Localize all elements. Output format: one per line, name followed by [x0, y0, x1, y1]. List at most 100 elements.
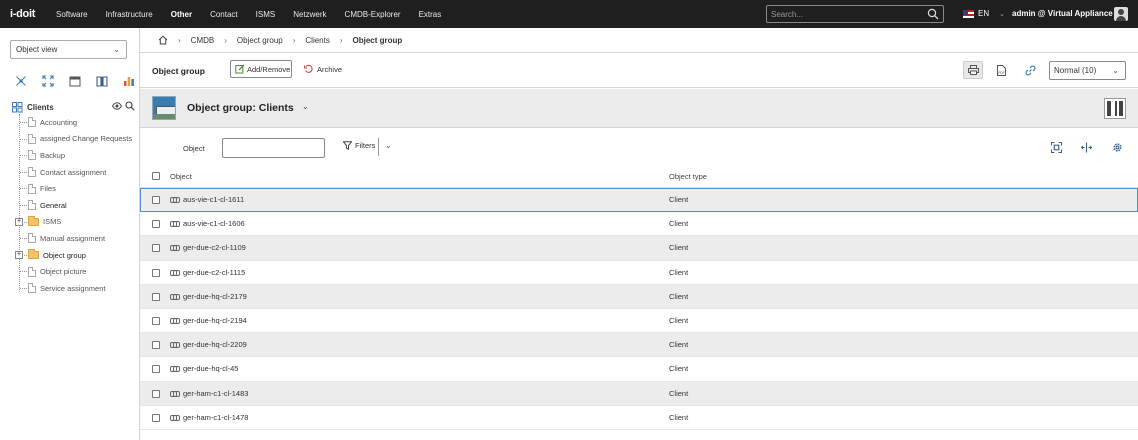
object-cell[interactable]: ger-due-hq-cl-45 [170, 364, 238, 373]
nav-other[interactable]: Other [171, 10, 192, 19]
table-row[interactable]: ger-due-hq-cl-45 Client [140, 357, 1138, 382]
tree-item-service-assignment[interactable]: Service assignment [12, 280, 140, 297]
nav-extras[interactable]: Extras [419, 10, 442, 19]
home-icon[interactable] [158, 35, 168, 45]
tree-item-files[interactable]: Files [12, 180, 140, 197]
calendar-icon[interactable] [68, 74, 82, 88]
nav-software[interactable]: Software [56, 10, 88, 19]
app-logo[interactable]: i-doit [10, 8, 50, 20]
table-row[interactable]: ger-ham-c1-cl-1478 Client [140, 406, 1138, 430]
object-name[interactable]: ger-due-c2-cl-1115 [183, 268, 245, 277]
tree-item-manual-assignment[interactable]: Manual assignment [12, 230, 140, 247]
nav-infrastructure[interactable]: Infrastructure [106, 10, 153, 19]
object-name[interactable]: ger-due-hq-cl-45 [183, 364, 238, 373]
language-label: EN [978, 9, 990, 18]
select-all-checkbox[interactable] [152, 172, 160, 180]
object-cell[interactable]: ger-due-hq-cl-2179 [170, 292, 247, 301]
language-selector[interactable]: EN ⌄ [963, 9, 1005, 18]
table-row[interactable]: ger-ham-c1-cl-1483 Client [140, 381, 1138, 406]
page-size-select[interactable]: Normal (10) ⌄ [1049, 61, 1126, 80]
table-row[interactable]: ger-due-hq-cl-2209 Client [140, 333, 1138, 358]
tree-item-assigned-change-requests[interactable]: assigned Change Requests [12, 131, 140, 148]
tree-item-accounting[interactable]: Accounting [12, 114, 140, 131]
row-checkbox[interactable] [152, 220, 160, 229]
chart-icon[interactable] [122, 74, 136, 88]
object-name[interactable]: ger-ham-c1-cl-1483 [183, 389, 248, 398]
object-cell[interactable]: ger-due-hq-cl-2209 [170, 340, 247, 349]
table-row[interactable]: ger-due-c2-cl-1109 Client [140, 236, 1138, 261]
chevron-down-icon[interactable]: ⌄ [302, 102, 309, 111]
object-name[interactable]: ger-due-hq-cl-2194 [183, 316, 247, 325]
object-name[interactable]: ger-due-hq-cl-2209 [183, 340, 247, 349]
nav-cmdb-explorer[interactable]: CMDB-Explorer [345, 10, 401, 19]
eye-icon[interactable] [112, 102, 122, 110]
tree-item-backup[interactable]: Backup [12, 147, 140, 164]
gear-icon[interactable] [1110, 140, 1124, 154]
row-checkbox[interactable] [152, 316, 160, 325]
breadcrumb-clients[interactable]: Clients [305, 36, 329, 45]
object-filter-input[interactable] [222, 138, 325, 158]
row-checkbox[interactable] [152, 244, 160, 253]
object-cell[interactable]: ger-due-c2-cl-1109 [170, 243, 246, 252]
filters-button[interactable]: Filters [343, 141, 375, 150]
object-name[interactable]: aus-vie-c1-cl-1611 [183, 195, 244, 204]
search-input[interactable] [771, 9, 921, 19]
table-row[interactable]: ger-due-hq-cl-2194 Client [140, 309, 1138, 334]
expand-toggle-icon[interactable]: + [15, 250, 23, 259]
object-cell[interactable]: ger-ham-c1-cl-1478 [170, 413, 248, 422]
print-button[interactable] [963, 61, 983, 79]
view-select[interactable]: Object view ⌄ [10, 40, 127, 59]
tree-item-general[interactable]: General [12, 197, 140, 214]
tree-item-contact-assignment[interactable]: Contact assignment [12, 164, 140, 181]
table-row[interactable]: ger-due-c2-cl-1115 Client [140, 261, 1138, 285]
pdf-export-button[interactable]: PDF [991, 61, 1011, 79]
qr-code[interactable] [1104, 98, 1126, 119]
tree-item-object-picture[interactable]: Object picture [12, 263, 140, 280]
tree-root-clients[interactable]: Clients [12, 100, 140, 114]
object-cell[interactable]: aus-vie-c1-cl-1606 [170, 219, 245, 228]
search-icon[interactable] [125, 101, 135, 111]
table-row[interactable]: aus-vie-c1-cl-1611 Client [140, 188, 1138, 213]
expand-toggle-icon[interactable]: + [15, 217, 23, 226]
chevron-down-icon[interactable]: ⌄ [385, 141, 392, 150]
book-icon[interactable] [95, 74, 109, 88]
expand-icon[interactable] [41, 74, 55, 88]
row-checkbox[interactable] [152, 365, 160, 374]
table-row[interactable]: ger-due-hq-cl-2179 Client [140, 284, 1138, 309]
nav-contact[interactable]: Contact [210, 10, 238, 19]
object-cell[interactable]: aus-vie-c1-cl-1611 [170, 195, 244, 204]
object-name[interactable]: ger-ham-c1-cl-1478 [183, 413, 248, 422]
svg-text:PDF: PDF [998, 71, 1004, 75]
table-row[interactable]: aus-vie-c1-cl-1606 Client [140, 212, 1138, 237]
column-resize-icon[interactable] [1079, 140, 1093, 154]
object-cell[interactable]: ger-due-c2-cl-1115 [170, 268, 245, 277]
add-remove-button[interactable]: Add/Remove [230, 60, 292, 78]
tree-icon[interactable] [14, 74, 28, 88]
object-cell[interactable]: ger-due-hq-cl-2194 [170, 316, 247, 325]
object-name[interactable]: ger-due-c2-cl-1109 [183, 243, 246, 252]
object-cell[interactable]: ger-ham-c1-cl-1483 [170, 389, 248, 398]
row-checkbox[interactable] [152, 292, 160, 301]
row-checkbox[interactable] [152, 196, 160, 204]
tree-item-isms[interactable]: + ISMS [12, 214, 140, 231]
object-name[interactable]: ger-due-hq-cl-2179 [183, 292, 247, 301]
user-label[interactable]: admin @ Virtual Appliance [1012, 9, 1113, 18]
nav-isms[interactable]: ISMS [256, 10, 276, 19]
nav-netzwerk[interactable]: Netzwerk [293, 10, 326, 19]
column-header-object-type[interactable]: Object type [669, 172, 707, 181]
archive-button[interactable]: Archive [304, 64, 342, 74]
fit-screen-icon[interactable] [1049, 140, 1063, 154]
object-picture[interactable] [152, 96, 176, 120]
breadcrumb-object-group[interactable]: Object group [237, 36, 283, 45]
column-header-object[interactable]: Object [170, 172, 192, 181]
tree-item-object-group[interactable]: + Object group [12, 247, 140, 264]
search-icon[interactable] [927, 8, 939, 20]
row-checkbox[interactable] [152, 341, 160, 350]
link-button[interactable] [1020, 61, 1040, 79]
row-checkbox[interactable] [152, 389, 160, 398]
breadcrumb-cmdb[interactable]: CMDB [191, 36, 215, 45]
avatar[interactable] [1114, 7, 1128, 21]
object-name[interactable]: aus-vie-c1-cl-1606 [183, 219, 245, 228]
row-checkbox[interactable] [152, 413, 160, 422]
row-checkbox[interactable] [152, 268, 160, 277]
